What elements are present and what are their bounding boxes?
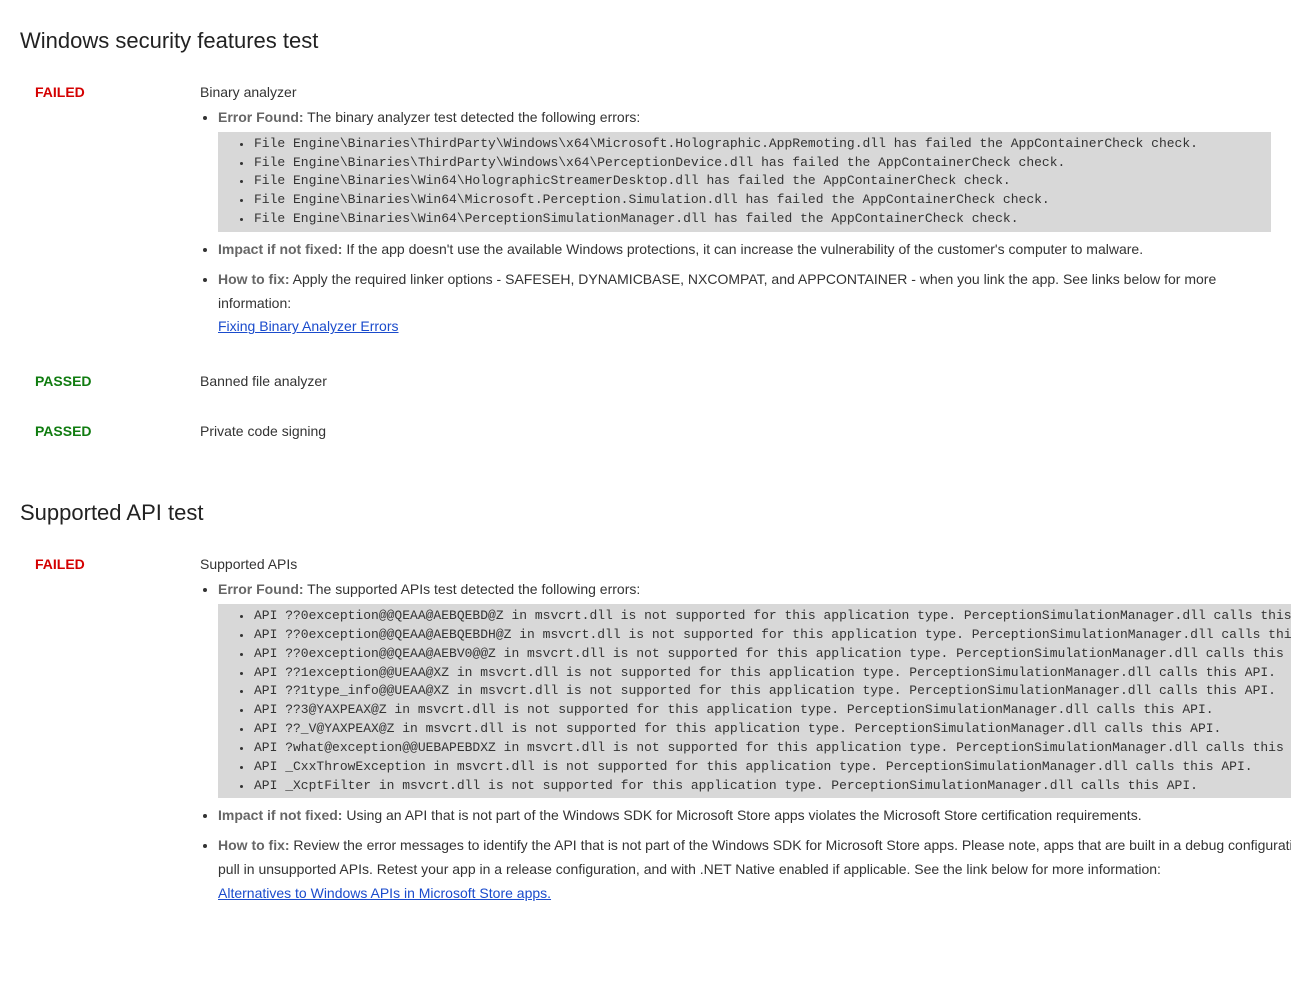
error-line: API ??_V@YAXPEAX@Z in msvcrt.dll is not … — [226, 720, 1291, 739]
error-found-label: Error Found: — [218, 581, 304, 597]
status-badge: FAILED — [20, 84, 200, 100]
test-name: Banned file analyzer — [200, 373, 1271, 389]
status-badge: PASSED — [20, 423, 200, 439]
fix-label: How to fix: — [218, 837, 290, 853]
error-line: API _CxxThrowException in msvcrt.dll is … — [226, 758, 1291, 777]
detail-list: Error Found: The supported APIs test det… — [200, 578, 1291, 905]
impact-label: Impact if not fixed: — [218, 807, 342, 823]
detail-list: Error Found: The binary analyzer test de… — [200, 106, 1271, 339]
impact-row: Impact if not fixed: Using an API that i… — [218, 804, 1291, 828]
error-line: API ?what@exception@@UEBAPEBDXZ in msvcr… — [226, 739, 1291, 758]
test-row: PASSED Banned file analyzer — [20, 373, 1271, 395]
test-name: Binary analyzer — [200, 84, 1271, 100]
section-title: Windows security features test — [20, 28, 1271, 54]
impact-row: Impact if not fixed: If the app doesn't … — [218, 238, 1271, 262]
error-line: API ??3@YAXPEAX@Z in msvcrt.dll is not s… — [226, 701, 1291, 720]
test-content: Binary analyzer Error Found: The binary … — [200, 84, 1271, 345]
error-code-block: API ??0exception@@QEAA@AEBQEBD@Z in msvc… — [218, 604, 1291, 798]
error-line: File Engine\Binaries\Win64\Microsoft.Per… — [226, 191, 1267, 210]
fix-link[interactable]: Alternatives to Windows APIs in Microsof… — [218, 885, 551, 901]
section-supported-api: Supported API test FAILED Supported APIs… — [20, 500, 1271, 911]
status-badge: PASSED — [20, 373, 200, 389]
error-line: API ??0exception@@QEAA@AEBQEBDH@Z in msv… — [226, 626, 1291, 645]
section-security-features: Windows security features test FAILED Bi… — [20, 28, 1271, 445]
status-badge: FAILED — [20, 556, 200, 572]
error-code-block: File Engine\Binaries\ThirdParty\Windows\… — [218, 132, 1271, 232]
test-content: Supported APIs Error Found: The supporte… — [200, 556, 1291, 911]
error-line: API ??1exception@@UEAA@XZ in msvcrt.dll … — [226, 664, 1291, 683]
error-found-label: Error Found: — [218, 109, 304, 125]
test-row: FAILED Supported APIs Error Found: The s… — [20, 556, 1271, 911]
error-line: API ??0exception@@QEAA@AEBV0@@Z in msvcr… — [226, 645, 1291, 664]
impact-text: If the app doesn't use the available Win… — [342, 241, 1143, 257]
test-row: PASSED Private code signing — [20, 423, 1271, 445]
fix-row: How to fix: Apply the required linker op… — [218, 268, 1271, 339]
error-found-row: Error Found: The supported APIs test det… — [218, 578, 1291, 798]
error-line: File Engine\Binaries\Win64\PerceptionSim… — [226, 210, 1267, 229]
error-found-text: The binary analyzer test detected the fo… — [304, 109, 641, 125]
error-line: API _XcptFilter in msvcrt.dll is not sup… — [226, 777, 1291, 796]
fix-row: How to fix: Review the error messages to… — [218, 834, 1291, 905]
test-name: Private code signing — [200, 423, 1271, 439]
error-line: API ??1type_info@@UEAA@XZ in msvcrt.dll … — [226, 682, 1291, 701]
fix-text: Review the error messages to identify th… — [218, 837, 1291, 877]
impact-label: Impact if not fixed: — [218, 241, 342, 257]
impact-text: Using an API that is not part of the Win… — [342, 807, 1141, 823]
fix-label: How to fix: — [218, 271, 290, 287]
error-line: API ??0exception@@QEAA@AEBQEBD@Z in msvc… — [226, 607, 1291, 626]
test-name: Supported APIs — [200, 556, 1291, 572]
error-found-text: The supported APIs test detected the fol… — [304, 581, 641, 597]
error-line: File Engine\Binaries\ThirdParty\Windows\… — [226, 135, 1267, 154]
error-line: File Engine\Binaries\Win64\HolographicSt… — [226, 172, 1267, 191]
test-content: Banned file analyzer — [200, 373, 1271, 395]
fix-link[interactable]: Fixing Binary Analyzer Errors — [218, 318, 399, 334]
section-title: Supported API test — [20, 500, 1271, 526]
error-line: File Engine\Binaries\ThirdParty\Windows\… — [226, 154, 1267, 173]
error-found-row: Error Found: The binary analyzer test de… — [218, 106, 1271, 232]
test-row: FAILED Binary analyzer Error Found: The … — [20, 84, 1271, 345]
test-content: Private code signing — [200, 423, 1271, 445]
fix-text: Apply the required linker options - SAFE… — [218, 271, 1216, 311]
